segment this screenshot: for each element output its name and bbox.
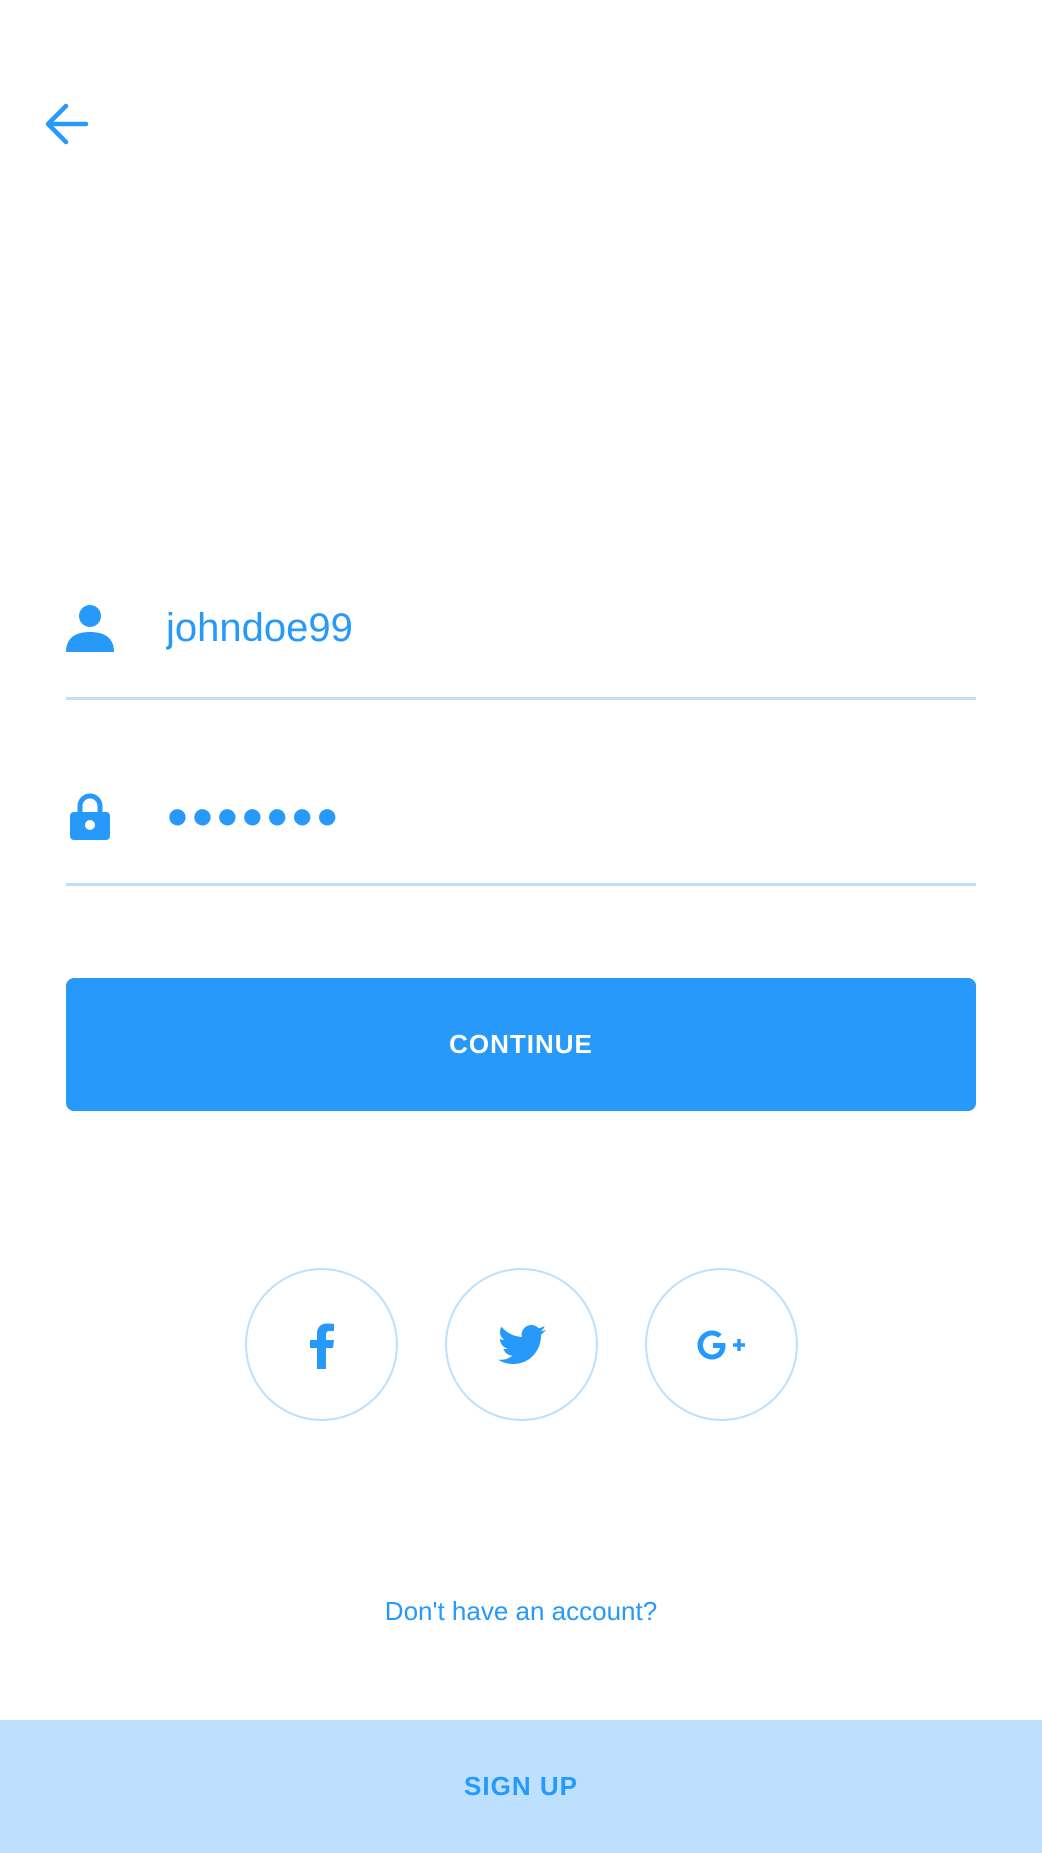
signup-button[interactable]: SIGN UP [0,1720,1042,1853]
google-plus-icon [697,1330,745,1359]
password-input[interactable] [166,786,966,846]
back-button[interactable] [38,96,94,152]
username-input[interactable] [166,598,966,658]
lock-icon [66,792,114,840]
facebook-login-button[interactable] [245,1268,398,1421]
arrow-left-icon [45,103,89,145]
facebook-icon [309,1323,334,1369]
signup-prompt: Don't have an account? [384,1596,658,1626]
user-icon [66,604,114,652]
username-field[interactable] [66,580,976,700]
social-login-row [0,1268,1042,1423]
password-field[interactable] [66,768,976,886]
twitter-icon [497,1324,546,1364]
twitter-login-button[interactable] [445,1268,598,1421]
google-plus-login-button[interactable] [645,1268,798,1421]
continue-button[interactable]: CONTINUE [66,978,976,1111]
